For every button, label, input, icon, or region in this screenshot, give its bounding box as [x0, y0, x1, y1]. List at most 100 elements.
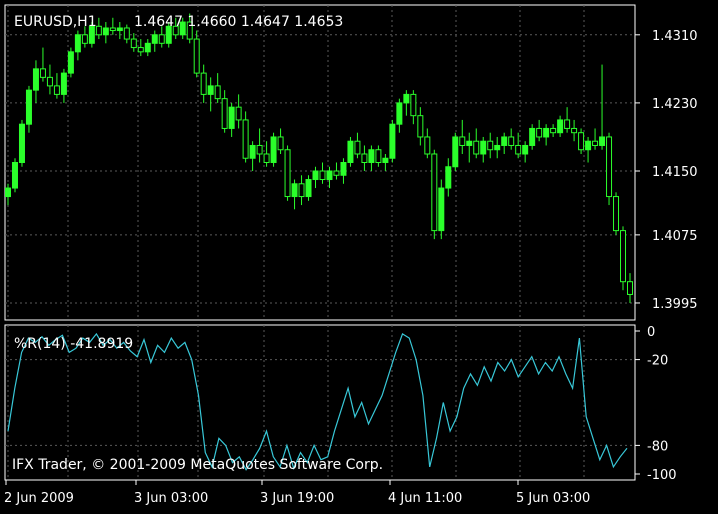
candle-body [599, 136, 606, 146]
candle-body [361, 153, 368, 163]
candle-body [249, 144, 256, 159]
candle-body [529, 127, 536, 146]
indicator-label: %R(14) -41.8919 [14, 336, 133, 352]
candle-body [214, 85, 221, 100]
candle-body [347, 140, 354, 163]
candle-body [130, 38, 137, 49]
candle-body [305, 179, 312, 198]
candle-body [270, 136, 277, 163]
copyright-text: IFX Trader, © 2001-2009 MetaQuotes Softw… [12, 457, 383, 473]
time-tick-label: 2 Jun 2009 [4, 491, 74, 506]
candle-body [340, 162, 347, 176]
candle-body [403, 93, 410, 104]
candle-body [452, 136, 459, 168]
candle-body [109, 27, 116, 32]
candle-body [550, 127, 557, 134]
candle-body [312, 170, 319, 181]
time-tick-label: 4 Jun 11:00 [388, 491, 462, 506]
candle-body [557, 119, 564, 134]
candle-body [592, 140, 599, 146]
candle-body [522, 144, 529, 155]
candle-body [571, 127, 578, 134]
candle-body [46, 76, 53, 87]
candle-body [494, 144, 501, 151]
candle-body [410, 93, 417, 117]
candle-body [144, 42, 151, 53]
candle-body [67, 51, 74, 74]
candle-body [578, 132, 585, 151]
candle-body [445, 166, 452, 189]
candle-body [613, 196, 620, 232]
candle-body [200, 72, 207, 95]
price-tick-label: 1.3995 [652, 297, 698, 312]
candle-body [11, 162, 18, 189]
candle-body [116, 27, 123, 32]
candle-body [5, 187, 11, 198]
candle-body [284, 149, 291, 198]
candle-body [375, 149, 382, 164]
candle-body [242, 119, 249, 159]
candle-body [53, 85, 60, 95]
candle-body [543, 127, 550, 138]
candle-body [298, 183, 305, 198]
candle-body [389, 123, 396, 159]
candle-body [235, 106, 242, 121]
indicator-tick-label: -100 [647, 468, 677, 483]
candle-body [277, 136, 284, 151]
candle-body [438, 187, 445, 232]
candle-body [221, 98, 228, 129]
candle-body [424, 136, 431, 155]
candle-body [60, 72, 67, 95]
candle-body [508, 136, 515, 146]
candle-body [263, 153, 270, 163]
candle-body [32, 68, 39, 91]
candle-body [123, 27, 130, 40]
candle-body [291, 183, 298, 198]
candle-body [151, 34, 158, 44]
candle-body [25, 89, 32, 125]
price-tick-label: 1.4230 [652, 97, 698, 112]
candle-body [487, 140, 494, 151]
indicator-tick-label: -80 [647, 439, 668, 454]
candle-body [417, 115, 424, 138]
price-tick-label: 1.4310 [652, 29, 698, 44]
candle-body [606, 136, 613, 198]
candle-body [473, 140, 480, 155]
candle-body [326, 170, 333, 181]
candle-body [585, 140, 592, 151]
candle-body [564, 119, 571, 129]
candle-body [137, 47, 144, 53]
candle-body [228, 106, 235, 129]
candle-body [95, 25, 102, 36]
candle-body [515, 144, 522, 155]
candle-body [18, 123, 25, 163]
time-tick-label: 5 Jun 03:00 [516, 491, 590, 506]
candle-body [256, 144, 263, 155]
candle-body [193, 38, 200, 74]
candle-body [81, 34, 88, 44]
candle-body [431, 153, 438, 232]
time-tick-label: 3 Jun 03:00 [134, 491, 208, 506]
candle-body [501, 136, 508, 146]
price-tick-label: 1.4075 [652, 229, 698, 244]
indicator-tick-label: -20 [647, 354, 668, 369]
candle-body [382, 157, 389, 163]
trading-chart[interactable]: 1.4310 1.4230 1.4150 1.4075 1.3995 EURUSD,H1… [0, 0, 718, 514]
candle-body [102, 27, 109, 36]
candle-body [158, 34, 165, 44]
candle-body [74, 34, 81, 53]
candle-body [207, 85, 214, 95]
price-tick-label: 1.4150 [652, 165, 698, 180]
candle-body [39, 68, 46, 78]
candle-body [480, 140, 487, 155]
candle-body [459, 136, 466, 146]
candle-body [620, 230, 627, 283]
background [0, 0, 718, 514]
candle-body [368, 149, 375, 164]
candle-body [466, 140, 473, 146]
candle-body [354, 140, 361, 155]
time-tick-label: 3 Jun 19:00 [260, 491, 334, 506]
candle-body [536, 127, 543, 138]
ohlc-readout: 1.4647 1.4660 1.4647 1.4653 [134, 14, 343, 30]
candle-body [333, 170, 340, 176]
